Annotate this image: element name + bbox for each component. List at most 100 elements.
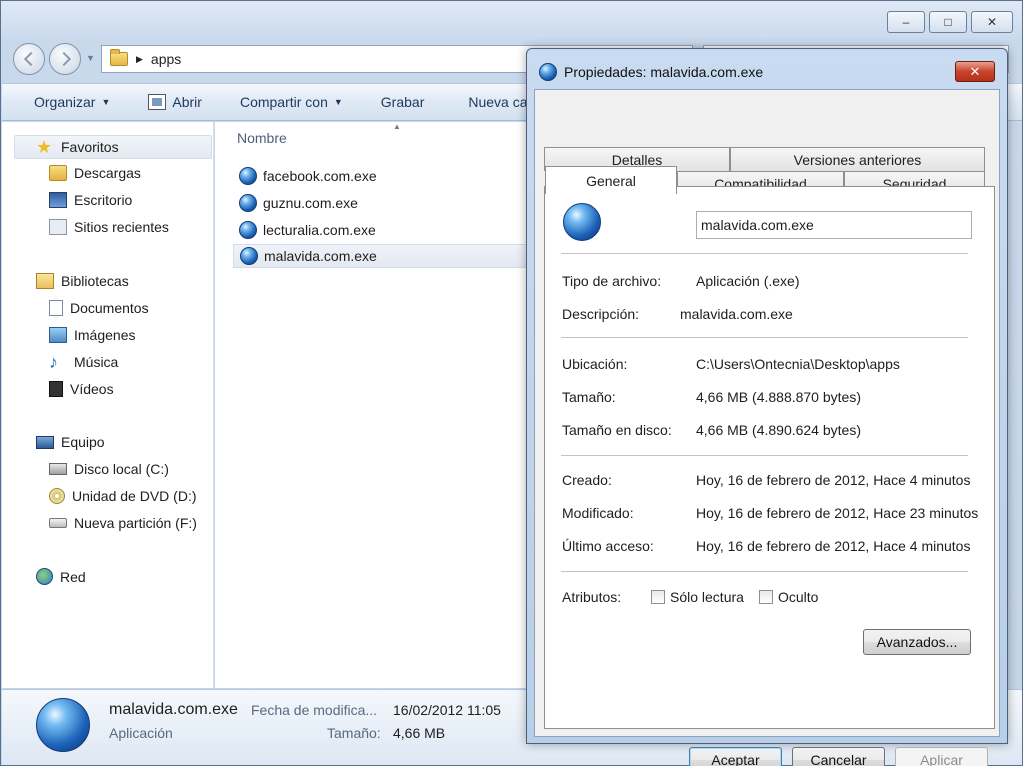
organize-button[interactable]: Organizar ▼	[2, 94, 126, 110]
sidebar-item-dvd-drive[interactable]: Unidad de DVD (D:)	[49, 488, 197, 504]
open-label: Abrir	[172, 94, 202, 110]
sidebar-item-pictures[interactable]: Imágenes	[49, 327, 135, 343]
application-icon	[539, 63, 557, 81]
sidebar-item-recent-places[interactable]: Sitios recientes	[49, 219, 169, 235]
dialog-body: Detalles Versiones anteriores General Co…	[534, 89, 1000, 766]
application-icon	[240, 247, 258, 265]
sidebar-item-label: Imágenes	[74, 327, 136, 343]
dvd-icon	[49, 488, 65, 504]
sidebar-item-videos[interactable]: Vídeos	[49, 381, 114, 397]
sidebar-item-computer[interactable]: Equipo	[36, 434, 105, 450]
readonly-label: Sólo lectura	[670, 589, 744, 605]
ok-button[interactable]: Aceptar	[689, 747, 782, 766]
tab-general[interactable]: General	[545, 166, 677, 194]
music-note-icon: ♪	[49, 352, 58, 372]
size-on-disk-label: Tamaño en disco:	[562, 422, 672, 438]
computer-icon	[36, 435, 54, 449]
size-label: Tamaño:	[562, 389, 616, 405]
details-modified-label: Fecha de modifica...	[251, 702, 378, 718]
tab-previous-versions[interactable]: Versiones anteriores	[730, 147, 985, 171]
sidebar-item-new-partition[interactable]: Nueva partición (F:)	[49, 515, 197, 531]
sidebar-item-label: Disco local (C:)	[74, 461, 169, 477]
chevron-down-icon: ▼	[333, 97, 343, 107]
description-value: malavida.com.exe	[680, 306, 793, 322]
sidebar-item-label: Equipo	[61, 434, 105, 450]
file-name: facebook.com.exe	[263, 168, 377, 184]
sidebar-item-favorites[interactable]: ★ Favoritos	[14, 135, 212, 159]
column-header-name[interactable]: Nombre	[237, 130, 287, 146]
back-button[interactable]	[13, 43, 45, 75]
network-icon	[36, 568, 53, 585]
details-file-name: malavida.com.exe	[109, 701, 238, 718]
apply-button[interactable]: Aplicar	[895, 747, 988, 766]
folder-icon	[110, 49, 128, 66]
advanced-button[interactable]: Avanzados...	[863, 629, 971, 655]
breadcrumb-apps[interactable]: apps	[151, 51, 181, 67]
file-row[interactable]: lecturalia.com.exe	[233, 218, 529, 242]
hidden-label: Oculto	[778, 589, 819, 605]
burn-label: Grabar	[380, 94, 425, 110]
document-icon	[49, 300, 63, 316]
readonly-checkbox[interactable]: Sólo lectura	[651, 589, 744, 605]
attributes-label: Atributos:	[562, 589, 622, 605]
file-list: ▲ Nombre facebook.com.exe guznu.com.exe …	[215, 122, 529, 688]
location-label: Ubicación:	[562, 356, 628, 372]
description-label: Descripción:	[562, 306, 640, 322]
forward-button[interactable]	[49, 43, 81, 75]
chevron-down-icon: ▼	[101, 97, 111, 107]
dialog-close-button[interactable]: ✕	[955, 61, 995, 82]
maximize-icon: □	[944, 15, 952, 29]
size-value: 4,66 MB (4.888.870 bytes)	[696, 389, 861, 405]
minimize-icon: ‒	[902, 15, 910, 29]
application-icon	[563, 203, 601, 241]
star-icon: ★	[36, 137, 53, 157]
sidebar-item-label: Red	[60, 568, 86, 585]
recent-pages-dropdown[interactable]: ▼	[86, 53, 95, 63]
close-icon: ✕	[969, 63, 981, 79]
organize-label: Organizar	[34, 94, 96, 110]
modified-label: Modificado:	[562, 505, 634, 521]
sidebar-item-label: Vídeos	[70, 381, 114, 397]
open-icon	[148, 94, 167, 110]
drive-icon	[49, 518, 67, 528]
desktop-icon	[49, 192, 67, 208]
sidebar-item-libraries[interactable]: Bibliotecas	[36, 273, 129, 289]
separator	[561, 253, 968, 254]
close-button[interactable]: ✕	[971, 11, 1013, 33]
sidebar-item-label: Documentos	[70, 300, 149, 316]
sidebar-item-music[interactable]: ♪ Música	[49, 352, 118, 372]
separator	[561, 455, 968, 456]
file-row[interactable]: facebook.com.exe	[233, 164, 529, 188]
file-name: lecturalia.com.exe	[263, 222, 376, 238]
hidden-checkbox[interactable]: Oculto	[759, 589, 818, 605]
sidebar-item-documents[interactable]: Documentos	[49, 300, 149, 316]
location-value: C:\Users\Ontecnia\Desktop\apps	[696, 356, 900, 372]
created-value: Hoy, 16 de febrero de 2012, Hace 4 minut…	[696, 472, 971, 488]
cancel-button[interactable]: Cancelar	[792, 747, 885, 766]
application-icon	[36, 698, 90, 752]
navigation-pane: ★ Favoritos Descargas Escritorio Sitios …	[2, 122, 214, 688]
file-name-input[interactable]	[696, 211, 972, 239]
minimize-button[interactable]: ‒	[887, 11, 925, 33]
share-button[interactable]: Compartir con ▼	[218, 94, 359, 110]
file-type-label: Tipo de archivo:	[562, 273, 662, 289]
application-icon	[239, 167, 257, 185]
recent-places-icon	[49, 219, 67, 235]
sidebar-item-desktop[interactable]: Escritorio	[49, 192, 132, 208]
sidebar-item-network[interactable]: Red	[36, 568, 86, 585]
details-modified-value: 16/02/2012 11:05	[393, 702, 501, 718]
file-row-selected[interactable]: malavida.com.exe	[233, 244, 529, 268]
sort-ascending-icon: ▲	[393, 122, 401, 131]
sidebar-item-local-disk[interactable]: Disco local (C:)	[49, 461, 169, 477]
size-on-disk-value: 4,66 MB (4.890.624 bytes)	[696, 422, 861, 438]
burn-button[interactable]: Grabar	[359, 94, 441, 110]
dialog-title: Propiedades: malavida.com.exe	[564, 64, 764, 80]
maximize-button[interactable]: □	[929, 11, 967, 33]
file-row[interactable]: guznu.com.exe	[233, 191, 529, 215]
breadcrumb-arrow-icon[interactable]: ▶	[136, 54, 143, 65]
separator	[561, 337, 968, 338]
open-button[interactable]: Abrir	[126, 94, 218, 110]
pictures-icon	[49, 327, 67, 343]
sidebar-item-downloads[interactable]: Descargas	[49, 165, 141, 181]
separator	[561, 571, 968, 572]
